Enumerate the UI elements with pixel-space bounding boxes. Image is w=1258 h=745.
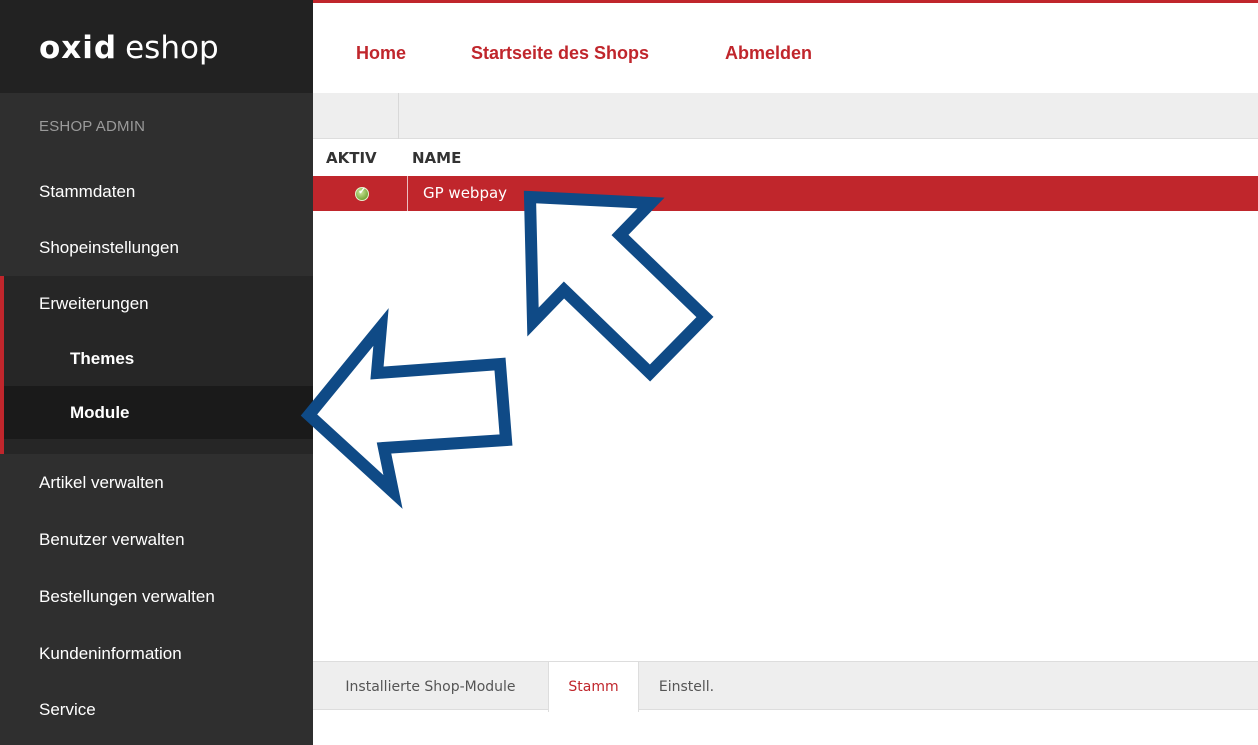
list-toolbar [313, 93, 1258, 139]
sidebar-item-bestellungen-verwalten[interactable]: Bestellungen verwalten [0, 569, 313, 625]
sidebar-item-artikel-verwalten[interactable]: Artikel verwalten [0, 455, 313, 511]
logo-brand: oxid [39, 30, 118, 66]
sidebar-item-shopeinstellungen[interactable]: Shopeinstellungen [0, 220, 313, 276]
shop-startpage-link[interactable]: Startseite des Shops [471, 43, 649, 64]
logo[interactable]: oxid eshop [39, 30, 219, 66]
detail-tabs: Installierte Shop-Module Stamm Einstell. [313, 661, 1258, 712]
column-header-active[interactable]: AKTIV [326, 149, 377, 167]
tab-label: Einstell. [658, 679, 715, 695]
sidebar-item-label: Kundeninformation [39, 644, 182, 663]
sidebar-item-benutzer-verwalten[interactable]: Benutzer verwalten [0, 512, 313, 568]
sidebar-item-label: Benutzer verwalten [39, 530, 185, 549]
logo-product: eshop [125, 30, 219, 66]
toolbar-divider [398, 93, 399, 139]
tab-label: Stamm [568, 679, 619, 695]
sidebar-item-label: Stammdaten [39, 182, 136, 201]
sidebar-item-kundeninformation[interactable]: Kundeninformation [0, 626, 313, 682]
home-link[interactable]: Home [356, 43, 406, 64]
column-header-name[interactable]: NAME [412, 149, 461, 167]
sidebar-item-label: Artikel verwalten [39, 473, 164, 492]
sidebar-subitem-module[interactable]: Module [4, 386, 313, 439]
sidebar-item-label: Themes [70, 349, 135, 368]
sidebar-section-title: ESHOP ADMIN [39, 118, 146, 135]
sidebar-item-label: Shopeinstellungen [39, 238, 179, 257]
tab-einstellungen[interactable]: Einstell. [639, 662, 734, 711]
sidebar-item-label: Bestellungen verwalten [39, 587, 215, 606]
tab-stamm[interactable]: Stamm [548, 662, 639, 712]
logout-link[interactable]: Abmelden [725, 43, 812, 64]
tab-label: Installierte Shop-Module [345, 679, 516, 695]
tab-installed-modules[interactable]: Installierte Shop-Module [313, 662, 548, 711]
sidebar-item-label: Service [39, 700, 96, 719]
module-list: AKTIV NAME GP webpay [313, 139, 1258, 661]
sidebar-subitem-themes[interactable]: Themes [0, 332, 313, 386]
sidebar-item-service[interactable]: Service [0, 682, 313, 738]
sidebar-item-erweiterungen[interactable]: Erweiterungen [0, 276, 313, 332]
top-navigation: Home Startseite des Shops Abmelden [313, 0, 1258, 93]
sidebar-item-label: Module [70, 402, 130, 422]
active-status-icon [355, 186, 369, 201]
table-row[interactable]: GP webpay [313, 176, 1258, 211]
sidebar-item-label: Erweiterungen [39, 294, 149, 313]
sidebar: oxid eshop ESHOP ADMIN Stammdaten Shopein… [0, 0, 313, 745]
sidebar-item-stammdaten[interactable]: Stammdaten [0, 164, 313, 220]
cell-divider [407, 176, 408, 211]
logo-area: oxid eshop [0, 0, 313, 93]
module-name[interactable]: GP webpay [423, 184, 507, 202]
